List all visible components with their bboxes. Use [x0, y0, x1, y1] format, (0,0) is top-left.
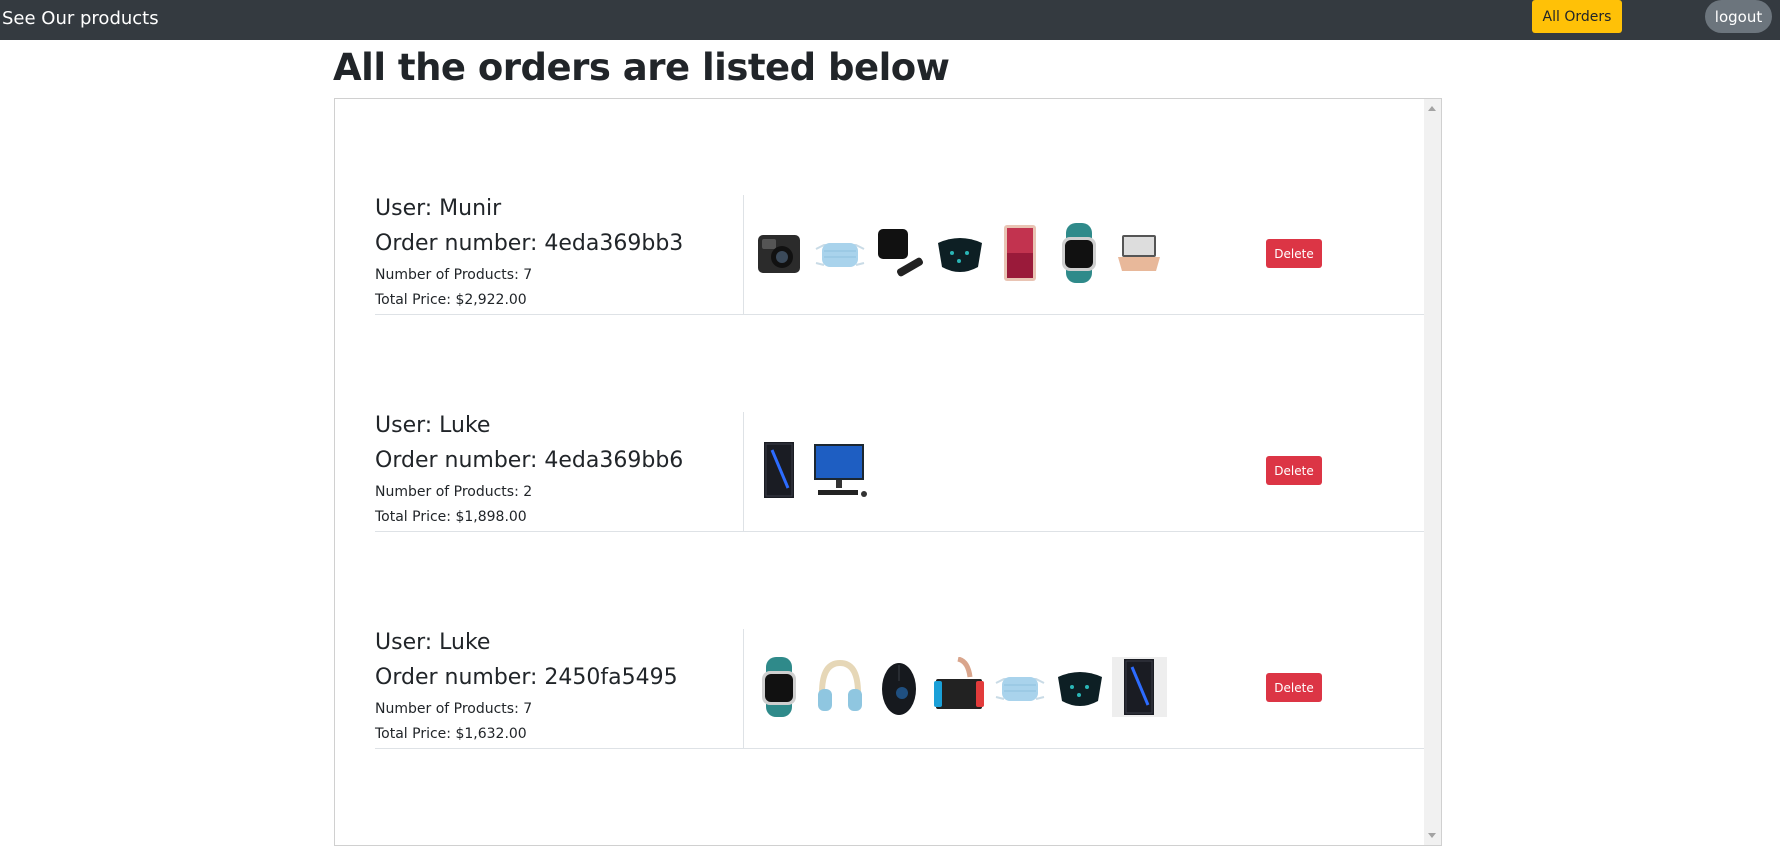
smartwatch-image: [1052, 223, 1107, 283]
surgical-mask-image: [992, 657, 1047, 717]
headphones-image: [812, 657, 867, 717]
order-info: User: Luke Order number: 4eda369bb6 Numb…: [375, 412, 744, 531]
action-camera-image: [752, 223, 807, 283]
order-number: Order number: 4eda369bb3: [375, 231, 684, 256]
order-info: User: Munir Order number: 4eda369bb3 Num…: [375, 195, 744, 314]
order-products: [752, 440, 867, 502]
gaming-mouse-image: [872, 657, 927, 717]
delete-order-button[interactable]: Delete: [1266, 673, 1322, 702]
scroll-up-icon[interactable]: [1428, 106, 1436, 111]
smartwatch-image: [752, 657, 807, 717]
orders-list[interactable]: User: Munir Order number: 4eda369bb3 Num…: [334, 98, 1442, 846]
streaming-box-image: [872, 223, 927, 283]
delete-order-button[interactable]: Delete: [1266, 239, 1322, 268]
page-title: All the orders are listed below: [333, 46, 950, 89]
order-user: User: Luke: [375, 413, 491, 438]
order-number: Order number: 4eda369bb6: [375, 448, 684, 473]
delete-order-button[interactable]: Delete: [1266, 456, 1322, 485]
all-orders-button[interactable]: All Orders: [1532, 0, 1622, 33]
black-mask-image: [1052, 657, 1107, 717]
order-row: User: Luke Order number: 4eda369bb6 Numb…: [375, 412, 1424, 532]
order-products: [752, 223, 1167, 285]
order-product-count: Number of Products: 7: [375, 701, 533, 717]
order-product-count: Number of Products: 7: [375, 267, 533, 283]
desktop-monitor-image: [812, 440, 867, 500]
order-row: User: Luke Order number: 2450fa5495 Numb…: [375, 629, 1424, 749]
scrollbar[interactable]: [1424, 99, 1441, 845]
gaming-pc-tower-image: [1112, 657, 1167, 717]
order-info: User: Luke Order number: 2450fa5495 Numb…: [375, 629, 744, 748]
order-total-price: Total Price: $2,922.00: [375, 292, 527, 308]
gaming-pc-tower-image: [752, 440, 807, 500]
game-console-image: [932, 656, 987, 717]
tablet-image: [992, 223, 1047, 283]
order-user: User: Munir: [375, 196, 502, 221]
laptop-image: [1112, 223, 1167, 283]
logout-button[interactable]: logout: [1705, 0, 1772, 33]
order-row: User: Munir Order number: 4eda369bb3 Num…: [375, 195, 1424, 315]
surgical-mask-image: [812, 223, 867, 283]
order-total-price: Total Price: $1,632.00: [375, 726, 527, 742]
black-mask-image: [932, 223, 987, 283]
order-product-count: Number of Products: 2: [375, 484, 533, 500]
see-products-link[interactable]: See Our products: [2, 8, 159, 29]
scroll-down-icon[interactable]: [1428, 833, 1436, 838]
order-user: User: Luke: [375, 630, 491, 655]
navbar: See Our products All Orders logout: [0, 0, 1780, 40]
order-total-price: Total Price: $1,898.00: [375, 509, 527, 525]
order-products: [752, 656, 1167, 719]
order-number: Order number: 2450fa5495: [375, 665, 678, 690]
